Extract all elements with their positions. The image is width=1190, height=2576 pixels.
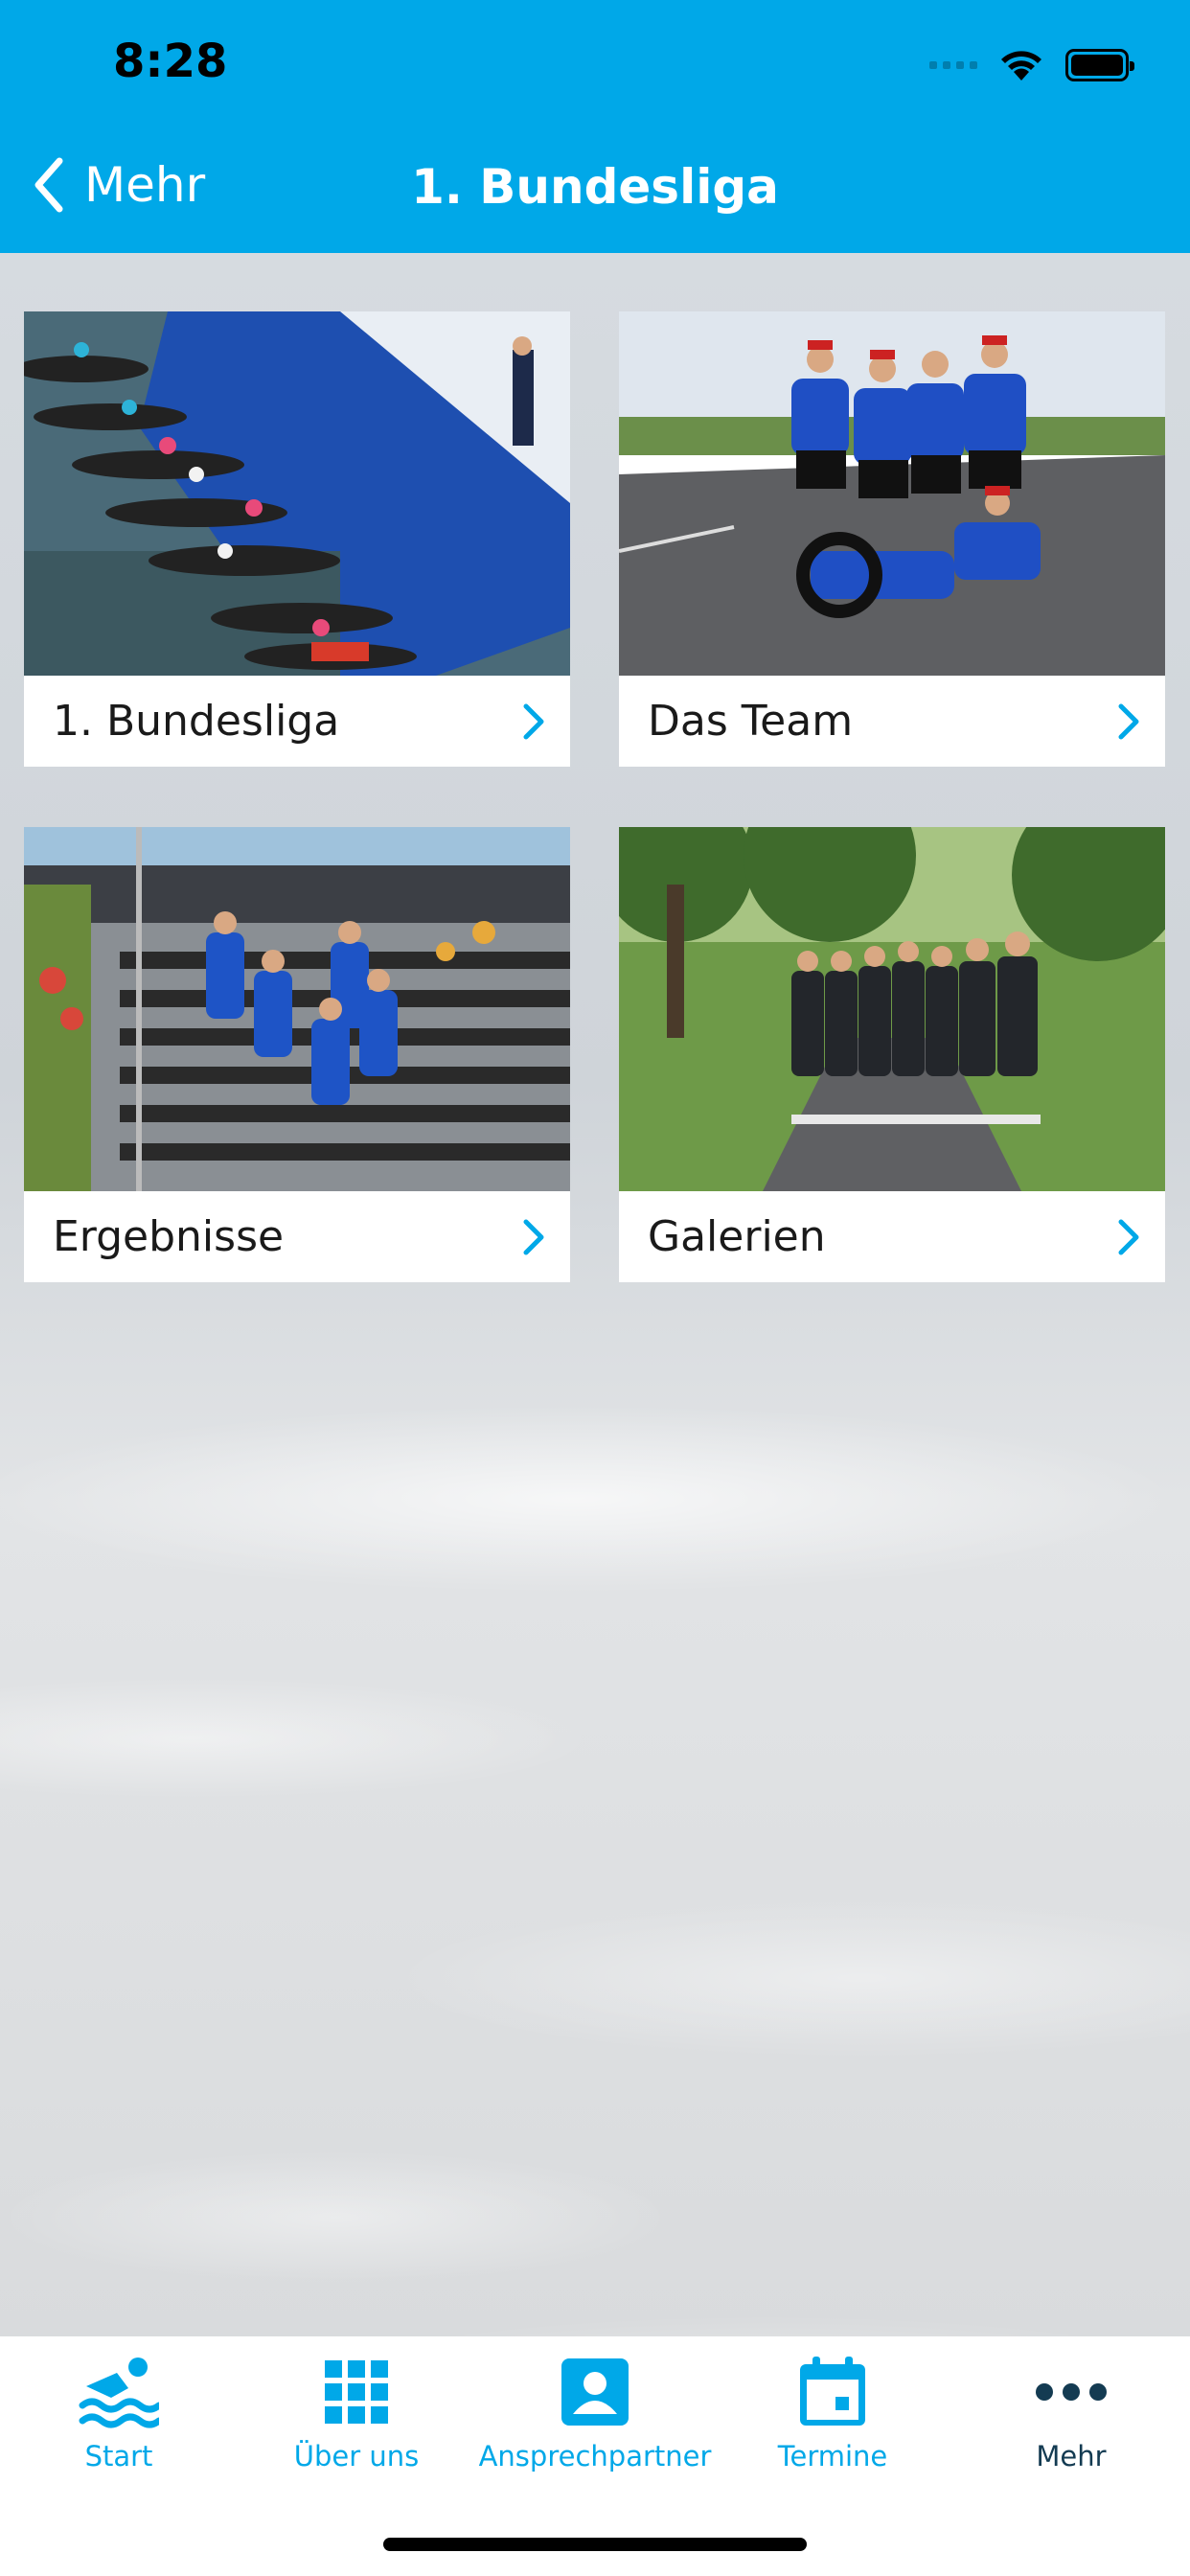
tile-galerien[interactable]: Galerien: [619, 827, 1165, 1282]
cellular-signal-icon: [929, 61, 977, 69]
chevron-right-icon: [523, 703, 544, 739]
tab-label: Termine: [777, 2440, 888, 2472]
home-indicator[interactable]: [383, 2538, 807, 2551]
tab-mehr[interactable]: Mehr: [952, 2354, 1190, 2497]
tile-label: 1. Bundesliga: [53, 697, 340, 746]
more-icon: [1028, 2354, 1114, 2430]
tab-ansprechpartner[interactable]: Ansprechpartner: [476, 2354, 714, 2497]
tile-label: Ergebnisse: [53, 1212, 285, 1261]
status-icons: [929, 46, 1134, 84]
swim-start-image: [24, 311, 570, 676]
page-title: 1. Bundesliga: [411, 159, 779, 215]
team-road-image: [619, 311, 1165, 676]
chevron-right-icon: [1118, 1219, 1139, 1254]
stairs-run-image: [24, 827, 570, 1191]
tab-label: Mehr: [1036, 2440, 1107, 2472]
battery-icon: [1065, 49, 1134, 81]
tile-das-team[interactable]: Das Team: [619, 311, 1165, 767]
tab-label: Über uns: [293, 2440, 420, 2472]
chevron-right-icon: [1118, 703, 1139, 739]
calendar-icon: [790, 2354, 876, 2430]
contact-icon: [552, 2354, 638, 2430]
nav-bar: 8:28 Mehr 1. Bundesliga: [0, 0, 1190, 253]
tile-label-row: Ergebnisse: [24, 1191, 570, 1282]
tab-label: Start: [84, 2440, 153, 2472]
tab-termine[interactable]: Termine: [714, 2354, 951, 2497]
tile-label-row: 1. Bundesliga: [24, 676, 570, 767]
team-trackwear-image: [619, 827, 1165, 1191]
tab-label: Ansprechpartner: [478, 2440, 712, 2472]
tile-label: Galerien: [648, 1212, 826, 1261]
chevron-right-icon: [523, 1219, 544, 1254]
tile-label-row: Das Team: [619, 676, 1165, 767]
tile-label-row: Galerien: [619, 1191, 1165, 1282]
tab-start[interactable]: Start: [0, 2354, 238, 2497]
swimmer-icon: [76, 2354, 162, 2430]
tile-ergebnisse[interactable]: Ergebnisse: [24, 827, 570, 1282]
tile-bundesliga[interactable]: 1. Bundesliga: [24, 311, 570, 767]
grid-icon: [313, 2354, 400, 2430]
status-time: 8:28: [113, 34, 228, 88]
tab-ueber-uns[interactable]: Über uns: [238, 2354, 475, 2497]
wifi-icon: [1001, 51, 1041, 80]
tile-label: Das Team: [648, 697, 854, 746]
